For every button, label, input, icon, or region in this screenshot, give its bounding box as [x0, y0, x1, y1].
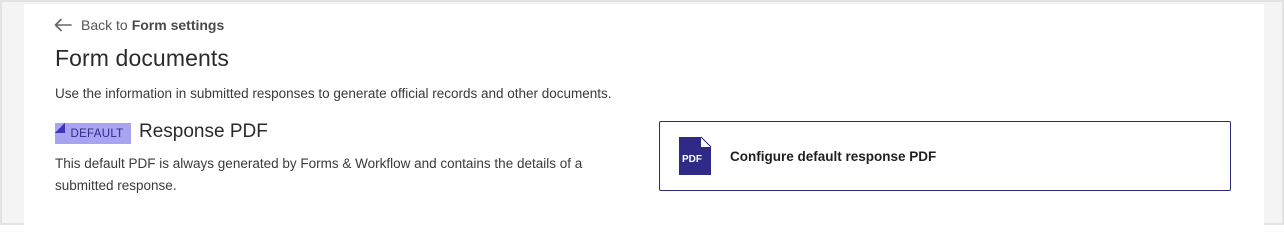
default-badge-label: DEFAULT: [70, 127, 124, 140]
page-title: Form documents: [55, 45, 229, 71]
pdf-file-icon: PDF: [679, 136, 712, 175]
configure-default-response-pdf-button[interactable]: PDF Configure default response PDF: [659, 121, 1231, 191]
default-badge: DEFAULT: [55, 123, 131, 144]
arrow-left-icon: [54, 18, 72, 32]
back-link-prefix: Back to: [81, 17, 128, 33]
response-pdf-title: Response PDF: [139, 121, 268, 142]
badge-corner-icon: [55, 123, 65, 133]
pdf-icon-text: PDF: [682, 154, 702, 165]
back-to-form-settings-link[interactable]: Back to Form settings: [54, 15, 224, 35]
back-link-target: Form settings: [131, 17, 225, 33]
page-description: Use the information in submitted respons…: [55, 86, 612, 101]
configure-default-response-pdf-label: Configure default response PDF: [730, 148, 937, 164]
response-pdf-description: This default PDF is always generated by …: [55, 156, 583, 193]
